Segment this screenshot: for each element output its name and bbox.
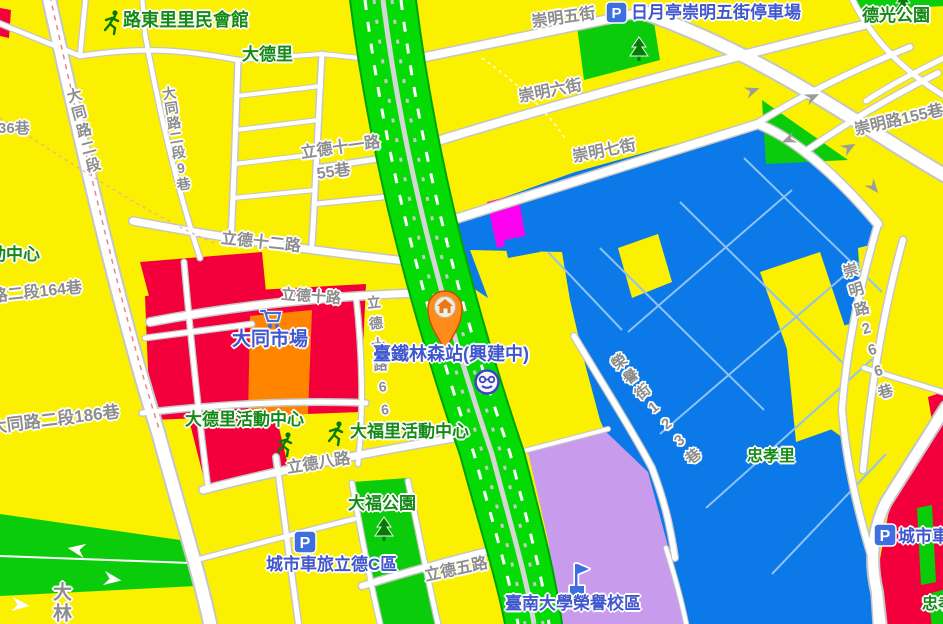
parking-icon[interactable]: P — [874, 524, 896, 546]
poi-label-dadeli-activity-center[interactable]: 大德里活動中心 — [185, 411, 304, 428]
road-label-lane36: 36巷 — [0, 121, 30, 136]
poi-label-activity-center-partial[interactable]: 活動中心 — [0, 246, 40, 263]
road-label-lide10: 立德十路 — [280, 287, 341, 306]
road-label-dalin: 大林 — [51, 582, 70, 624]
train-station-icon[interactable] — [476, 371, 499, 394]
poi-label-parking-riyueting[interactable]: 日月亭崇明五街停車場 — [631, 4, 801, 21]
district-label-zhongxiao-partial: 忠孝里 — [922, 597, 943, 613]
poi-label-community-hall[interactable]: 路東里里民會館 — [123, 11, 249, 29]
poi-label-datong-market[interactable]: 大同市場 — [232, 330, 308, 349]
map-layers: P P P — [0, 0, 943, 624]
poi-label-citycar-c[interactable]: 城市車旅立德C區 — [266, 556, 397, 573]
parking-icon[interactable]: P — [606, 2, 627, 23]
poi-label-dafuli-activity-center[interactable]: 大福里活動中心 — [350, 423, 469, 440]
parking-letter: P — [880, 528, 891, 545]
parking-icon[interactable]: P — [294, 531, 316, 553]
parking-letter: P — [300, 535, 311, 552]
district-label-dadeli: 大德里 — [242, 46, 293, 63]
poi-label-dafu-park[interactable]: 大福公園 — [348, 495, 416, 512]
poi-label-deguang-park[interactable]: 德光公園 — [862, 7, 930, 24]
poi-label-citycar-right[interactable]: 城市車旅 — [898, 528, 943, 545]
map-canvas[interactable]: P P P — [0, 0, 943, 624]
poi-label-linsen-station[interactable]: 臺鐵林森站(興建中) — [373, 345, 529, 363]
district-label-zhongxiao: 忠孝里 — [747, 449, 795, 465]
poi-label-nutn-campus[interactable]: 臺南大學榮譽校區 — [505, 595, 641, 612]
parking-letter: P — [611, 5, 621, 22]
